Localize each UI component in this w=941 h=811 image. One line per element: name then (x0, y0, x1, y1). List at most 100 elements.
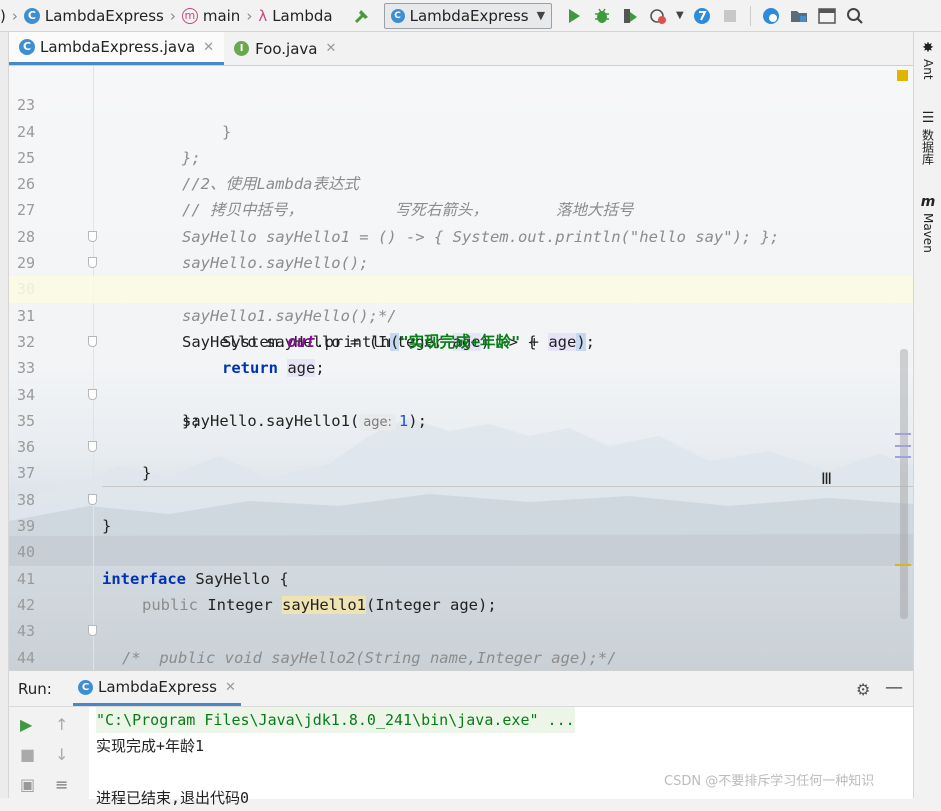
tab-label: LambdaExpress.java (40, 38, 196, 56)
code-line: 30 SayHello sayHello = (Integer age) -> … (9, 250, 913, 351)
run-tab-label: LambdaExpress (98, 678, 217, 696)
code-line: 40 (9, 513, 913, 561)
tool-maven[interactable]: m Maven (917, 194, 939, 253)
breadcrumb-method-label: main (202, 6, 241, 25)
code-line: 43 /* public void sayHello2(String name,… (9, 592, 913, 666)
separator-icon: › (246, 6, 253, 25)
arrow-up-icon[interactable]: ↑ (55, 715, 68, 734)
build-hammer-icon[interactable] (349, 3, 375, 29)
console-line: 进程已结束,退出代码0 (96, 789, 250, 807)
breadcrumb-class[interactable]: C LambdaExpress (22, 0, 166, 32)
code-line: 25 //2、使用Lambda表达式 (9, 119, 913, 193)
console-line: "C:\Program Files\Java\jdk1.8.0_241\bin\… (96, 707, 575, 733)
run-header: Run: C LambdaExpress ✕ ⚙ — (9, 671, 913, 707)
code-line: 41 public Integer sayHello1(Integer age)… (9, 539, 913, 614)
tool-database-label: 数据库 (920, 129, 935, 165)
tool-maven-label: Maven (921, 213, 935, 253)
separator-icon: › (11, 6, 18, 25)
fold-marker-icon[interactable] (88, 257, 97, 269)
class-icon: C (19, 39, 35, 55)
method-icon: m (181, 7, 198, 24)
chevron-down-icon: ▼ (536, 9, 546, 22)
code-line: 35 } (9, 382, 913, 482)
debug-icon[interactable] (589, 3, 615, 29)
breadcrumb-lambda[interactable]: λ Lambda (256, 0, 334, 32)
camera-icon[interactable]: ▣ (20, 775, 35, 794)
code-comment: /* public void sayHello2(String name,Int… (122, 648, 617, 667)
tool-ant[interactable]: ✸ Ant (917, 40, 939, 80)
run-configuration-label: LambdaExpress (409, 6, 529, 25)
code-line: 28 sayHello.sayHello(); (9, 198, 913, 272)
console-line: 实现完成+年龄1 (96, 737, 205, 755)
arrow-down-icon[interactable]: ↓ (55, 745, 68, 764)
code-editor[interactable]: 23 } 24 }; 25 //2、使用Lambda表达式 26 // 拷贝中括… (9, 66, 913, 670)
code-line: 42 (9, 566, 913, 614)
interface-icon: I (234, 41, 250, 56)
code-line: 23 } (9, 66, 913, 140)
vertical-scrollbar[interactable] (900, 349, 908, 619)
text-cursor-icon: Ⅲ (821, 469, 833, 488)
database-icon: ☰ (921, 110, 935, 126)
run-tab-lambdaexpress[interactable]: C LambdaExpress ✕ (73, 671, 241, 706)
update-icon[interactable] (689, 3, 715, 29)
folder-icon[interactable] (786, 3, 812, 29)
class-icon: C (23, 7, 40, 24)
lambda-icon: λ (258, 6, 268, 25)
code-line: 32 return age; (9, 303, 913, 378)
rerun-icon[interactable]: ▶ (20, 715, 32, 734)
fold-marker-icon[interactable] (88, 230, 97, 242)
code-line: 26 // 拷贝中括号， 写死右箭头， 落地大括号 (9, 145, 913, 219)
run-icon[interactable] (561, 3, 587, 29)
tab-foo-java[interactable]: I Foo.java ✕ (224, 32, 346, 65)
stop-icon[interactable] (717, 3, 743, 29)
fold-marker-icon[interactable] (88, 493, 97, 505)
separator-icon: › (169, 6, 176, 25)
watermark: CSDN @不要排斥学习任何一种知识 (664, 774, 875, 789)
editor-tabs: C LambdaExpress.java ✕ I Foo.java ✕ (9, 32, 913, 66)
profile-icon[interactable] (645, 3, 671, 29)
error-stripe-marker[interactable] (895, 445, 911, 447)
code-line: 36 (9, 408, 913, 456)
minimize-icon[interactable]: — (885, 677, 903, 698)
code-line: 38 (9, 461, 913, 509)
gear-icon[interactable]: ⚙ (856, 680, 870, 699)
nav-prefix: ) (0, 6, 6, 25)
class-icon: C (78, 679, 93, 695)
fold-marker-icon[interactable] (88, 336, 97, 347)
coverage-icon[interactable] (617, 3, 643, 29)
line-number: 44 (16, 648, 35, 667)
tab-lambdaexpress-java[interactable]: C LambdaExpress.java ✕ (9, 32, 225, 65)
project-structure-icon[interactable] (758, 3, 784, 29)
error-stripe-marker[interactable] (895, 564, 911, 566)
code-line: 24 }; (9, 92, 913, 167)
terminal-icon[interactable] (814, 3, 840, 29)
search-icon[interactable] (842, 3, 868, 29)
error-stripe-marker[interactable] (895, 433, 911, 435)
chevron-down-icon[interactable]: ▼ (676, 10, 684, 21)
close-icon[interactable]: ✕ (325, 41, 336, 56)
code-line: 37 } (9, 434, 913, 535)
maven-icon: m (920, 194, 936, 210)
class-icon: C (390, 8, 405, 23)
close-icon[interactable]: ✕ (203, 40, 214, 55)
error-stripe-marker[interactable] (895, 456, 911, 458)
run-title: Run: (18, 680, 52, 698)
code-line: 44 } (9, 618, 913, 667)
code-line: 34 sayHello.sayHello1(age: 1); (9, 355, 913, 431)
toolbar-divider (749, 5, 751, 26)
tool-database[interactable]: ☰ 数据库 (917, 110, 939, 165)
fold-marker-icon[interactable] (88, 625, 97, 637)
stop-icon[interactable]: ■ (20, 745, 35, 764)
code-line: 33 }; (9, 329, 913, 430)
breadcrumb-method[interactable]: m main (180, 0, 242, 32)
run-configuration-select[interactable]: C LambdaExpress ▼ (383, 2, 553, 29)
fold-marker-icon[interactable] (88, 388, 97, 400)
inspection-warning-icon[interactable] (897, 70, 908, 81)
close-icon[interactable]: ✕ (225, 680, 236, 695)
breadcrumb-class-label: LambdaExpress (44, 6, 164, 25)
code-line-current: 31 System.out.println("实现完成+年龄" + age); (9, 276, 913, 351)
tab-label: Foo.java (255, 39, 318, 58)
right-tool-stripe: ✸ Ant ☰ 数据库 m Maven (913, 32, 941, 798)
fold-marker-icon[interactable] (88, 441, 97, 453)
soft-wrap-icon[interactable]: ≡ (55, 775, 68, 794)
